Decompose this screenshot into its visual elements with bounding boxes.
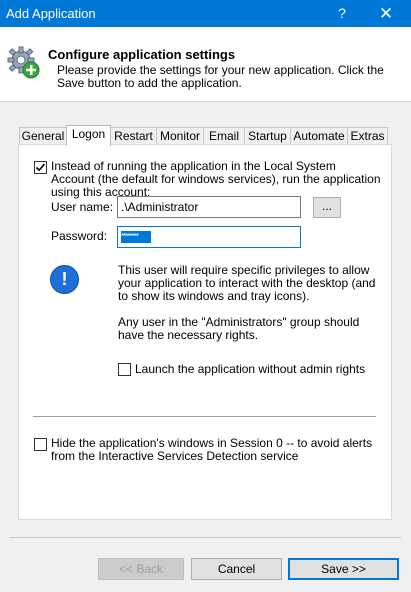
back-button[interactable]: << Back — [98, 558, 184, 580]
window-title: Add Application — [6, 6, 96, 21]
tab-startup[interactable]: Startup — [244, 127, 291, 145]
close-button[interactable]: ✕ — [366, 0, 406, 27]
user-name-field[interactable]: .\Administrator — [117, 196, 301, 218]
save-button[interactable]: Save >> — [288, 558, 399, 580]
run-as-label: Instead of running the application in th… — [51, 159, 381, 199]
no-admin-rights-label: Launch the application without admin rig… — [135, 362, 366, 376]
hide-session0-checkbox[interactable] — [34, 438, 47, 451]
administrators-info-text: Any user in the "Administrators" group s… — [118, 315, 360, 342]
tab-general[interactable]: General — [19, 127, 67, 145]
user-name-value: .\Administrator — [121, 200, 199, 214]
checkmark-icon — [35, 163, 46, 172]
tab-extras[interactable]: Extras — [347, 127, 388, 145]
privileges-info-text: This user will require specific privileg… — [118, 263, 376, 303]
run-as-checkbox[interactable] — [34, 161, 47, 174]
tab-monitor[interactable]: Monitor — [156, 127, 204, 145]
user-name-label: User name: — [51, 200, 114, 214]
info-icon: ! — [50, 265, 79, 294]
no-admin-rights-checkbox[interactable] — [118, 363, 131, 376]
footer-separator — [10, 537, 401, 538]
header-title: Configure application settings — [48, 47, 236, 62]
help-button[interactable]: ? — [326, 0, 358, 27]
tab-automate[interactable]: Automate — [290, 127, 348, 145]
browse-user-button[interactable]: ... — [313, 197, 341, 218]
tab-logon[interactable]: Logon — [66, 125, 111, 146]
dialog-header: Configure application settings Please pr… — [0, 27, 411, 102]
password-label: Password: — [51, 229, 108, 243]
password-field[interactable]: ******** — [117, 226, 301, 248]
title-bar: Add Application ? ✕ — [0, 0, 411, 27]
tab-email[interactable]: Email — [203, 127, 245, 145]
password-value: ******** — [121, 231, 151, 243]
hide-session0-label: Hide the application's windows in Sessio… — [51, 436, 373, 463]
tab-restart[interactable]: Restart — [110, 127, 157, 145]
header-description: Please provide the settings for your new… — [57, 63, 384, 90]
cancel-button[interactable]: Cancel — [191, 558, 282, 580]
panel-separator — [33, 416, 376, 417]
gear-plus-icon — [7, 46, 40, 79]
